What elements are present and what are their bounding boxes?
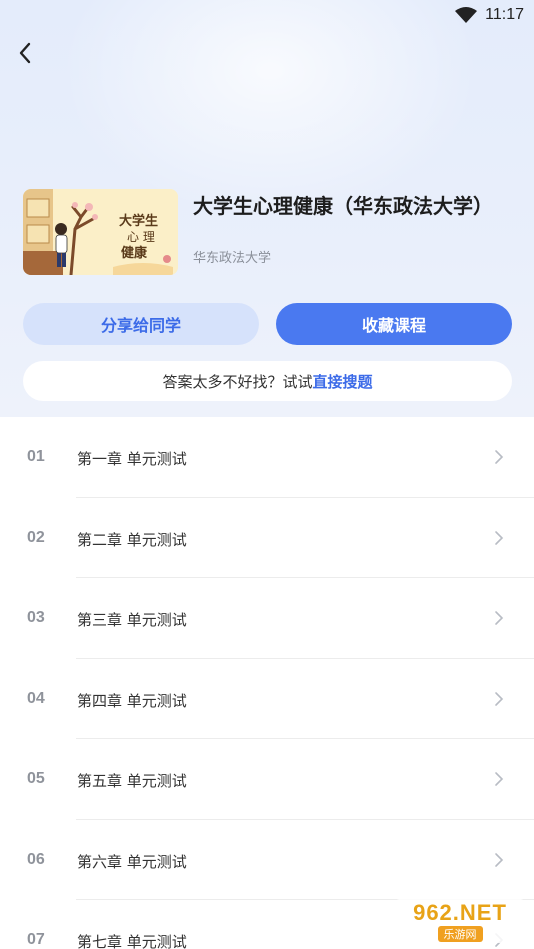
cover-illustration: 大学生 心 理 健康 bbox=[23, 189, 178, 275]
chevron-right-icon bbox=[495, 611, 504, 625]
chevron-right-icon bbox=[495, 772, 504, 786]
direct-search-link[interactable]: 直接搜题 bbox=[313, 371, 373, 392]
chapter-number: 02 bbox=[27, 528, 45, 546]
chapter-title: 第六章 单元测试 bbox=[77, 852, 187, 871]
chapter-title: 第五章 单元测试 bbox=[77, 772, 187, 790]
chapter-title: 第七章 单元测试 bbox=[77, 933, 187, 949]
search-tip-text: 答案太多不好找？试试 bbox=[162, 372, 313, 391]
status-bar: 11:17 bbox=[334, 0, 534, 30]
chapter-item[interactable]: 03 第三章 单元测试 bbox=[0, 578, 534, 659]
chevron-right-icon bbox=[495, 530, 504, 545]
chapter-item[interactable]: 02 第二章 单元测试 bbox=[0, 498, 534, 578]
chapter-list: 01 第一章 单元测试 02 第二章 单元测试 03 第三章 单元测试 04 第… bbox=[0, 417, 534, 949]
favorite-button[interactable]: 收藏课程 bbox=[276, 303, 512, 345]
course-cover-image: 大学生 心 理 健康 bbox=[23, 189, 178, 275]
chapter-number: 03 bbox=[27, 609, 45, 626]
chapter-item[interactable]: 05 第五章 单元测试 bbox=[0, 739, 534, 820]
chapter-number: 04 bbox=[27, 689, 45, 707]
svg-text:心 理: 心 理 bbox=[127, 230, 155, 244]
share-button[interactable]: 分享给同学 bbox=[23, 303, 259, 345]
back-button[interactable] bbox=[10, 38, 40, 68]
search-tip-banner: 答案太多不好找？试试 直接搜题 bbox=[23, 361, 512, 401]
chapter-item[interactable]: 06 第六章 单元测试 bbox=[0, 820, 534, 900]
back-arrow-icon bbox=[19, 42, 31, 64]
chapter-number: 06 bbox=[27, 850, 45, 868]
header-glow bbox=[60, 0, 480, 220]
course-school: 华东政法大学 bbox=[193, 251, 272, 266]
svg-text:健康: 健康 bbox=[121, 245, 148, 261]
wifi-icon bbox=[455, 7, 478, 23]
chapter-item[interactable]: 01 第一章 单元测试 bbox=[0, 417, 534, 498]
chapter-title: 第二章 单元测试 bbox=[77, 530, 187, 549]
chapter-number: 07 bbox=[27, 931, 45, 948]
chapter-title: 第四章 单元测试 bbox=[77, 691, 187, 710]
course-header: 11:17 大学生 心 理 健康 大学生心理健康（华东政法大学） 华东政法大学 … bbox=[0, 0, 534, 417]
chapter-title: 第一章 单元测试 bbox=[77, 450, 187, 468]
chapter-title: 第三章 单元测试 bbox=[77, 611, 187, 629]
chapter-number: 01 bbox=[27, 448, 45, 465]
chevron-right-icon bbox=[495, 691, 504, 706]
watermark-sub: 乐游网 bbox=[437, 926, 483, 942]
chevron-right-icon bbox=[495, 852, 504, 867]
chapter-item[interactable]: 04 第四章 单元测试 bbox=[0, 659, 534, 739]
chevron-right-icon bbox=[495, 450, 504, 464]
cover-text: 大学生 bbox=[119, 213, 158, 229]
watermark-brand: 962.NET bbox=[413, 900, 507, 925]
site-watermark-logo: 962.NET 乐游网 bbox=[394, 899, 526, 943]
course-title: 大学生心理健康（华东政法大学） bbox=[193, 194, 493, 218]
chapter-number: 05 bbox=[27, 770, 45, 787]
status-time: 11:17 bbox=[485, 6, 524, 23]
